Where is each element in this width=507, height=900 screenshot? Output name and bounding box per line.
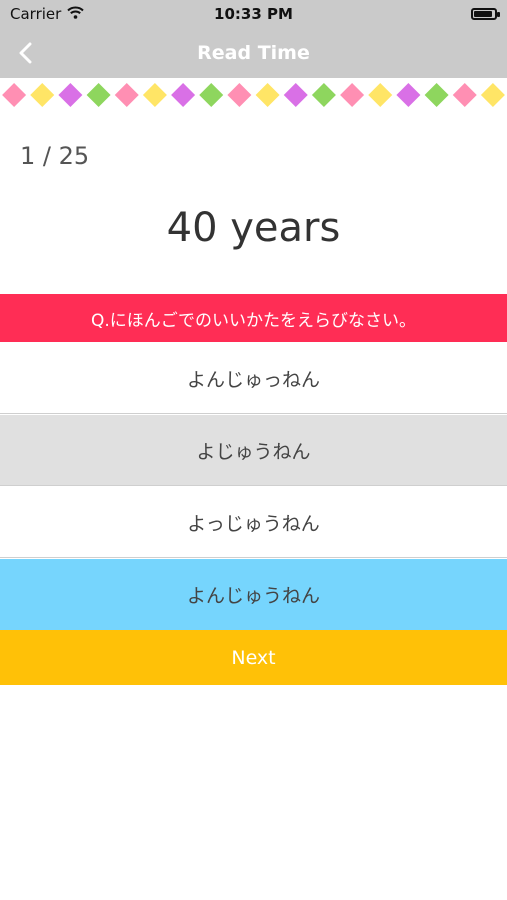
banner-diamond: [424, 83, 449, 107]
banner-diamond: [58, 83, 83, 107]
status-left: Carrier: [10, 5, 84, 23]
nav-bar: Read Time: [0, 28, 507, 78]
diamond-banner: [0, 78, 507, 112]
prompt-word: 40 years: [166, 205, 341, 251]
question-counter: 1 / 25: [20, 142, 90, 170]
next-button[interactable]: Next: [0, 630, 507, 685]
answer-option-4[interactable]: よんじゅうねん: [0, 559, 507, 630]
answer-option-label: よじゅうねん: [196, 440, 311, 463]
answer-option-label: よっじゅうねん: [187, 512, 320, 535]
banner-diamond: [199, 83, 224, 107]
diamond-pattern: [2, 83, 505, 107]
page-title: Read Time: [197, 42, 310, 64]
banner-diamond: [283, 83, 308, 107]
banner-diamond: [255, 83, 280, 107]
banner-diamond: [340, 83, 365, 107]
banner-diamond: [227, 83, 252, 107]
carrier-label: Carrier: [10, 5, 62, 23]
banner-diamond: [114, 83, 139, 107]
banner-diamond: [480, 83, 505, 107]
banner-diamond: [368, 83, 393, 107]
banner-diamond: [311, 83, 336, 107]
answer-option-1[interactable]: よんじゅっねん: [0, 343, 507, 414]
back-button[interactable]: [12, 39, 40, 67]
answer-option-3[interactable]: よっじゅうねん: [0, 487, 507, 558]
banner-diamond: [396, 83, 421, 107]
question-banner: Q.にほんごでのいいかたをえらびなさい。: [0, 294, 507, 342]
answer-option-label: よんじゅうねん: [186, 585, 320, 607]
banner-diamond: [142, 83, 167, 107]
banner-diamond: [86, 83, 111, 107]
answer-option-2[interactable]: よじゅうねん: [0, 415, 507, 486]
wifi-icon: [67, 5, 84, 23]
battery-fill: [474, 11, 492, 17]
banner-diamond: [452, 83, 477, 107]
banner-diamond: [30, 83, 55, 107]
next-button-label: Next: [231, 646, 276, 669]
banner-diamond: [2, 83, 27, 107]
chevron-left-icon: [19, 42, 32, 64]
battery-icon: [471, 8, 500, 20]
banner-diamond: [171, 83, 196, 107]
answer-option-label: よんじゅっねん: [186, 368, 320, 391]
status-bar: Carrier 10:33 PM: [0, 0, 507, 28]
